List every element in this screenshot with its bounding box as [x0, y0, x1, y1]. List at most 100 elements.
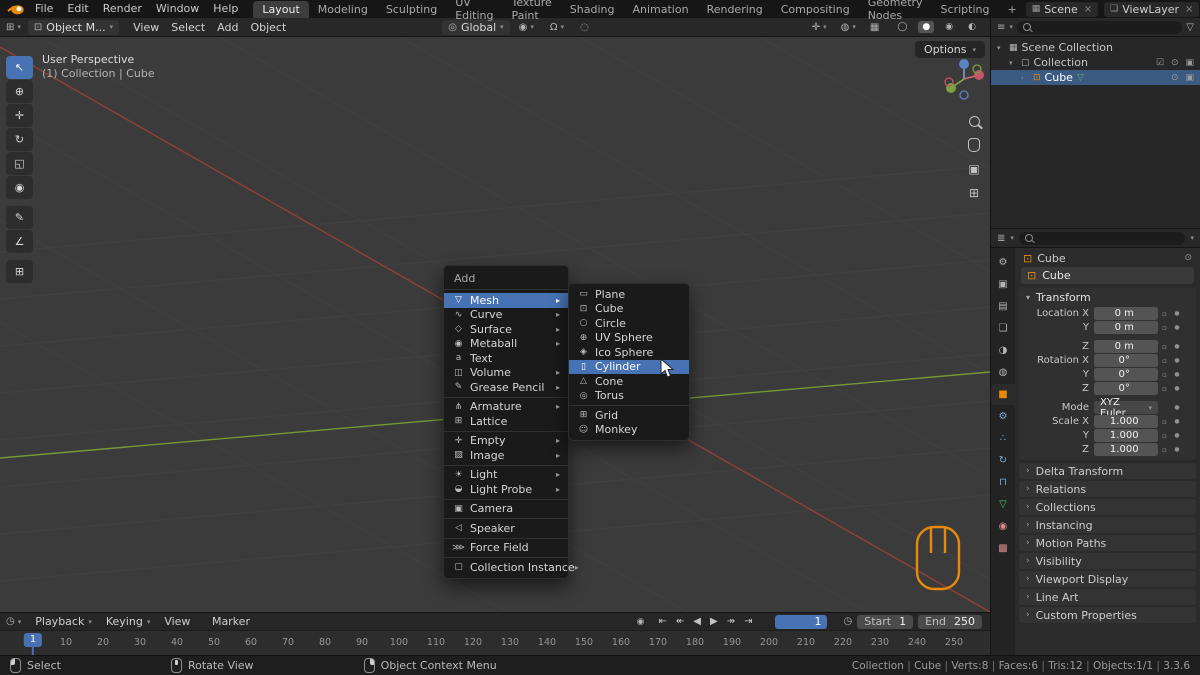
- lock-icon[interactable]: ▫: [1158, 446, 1171, 454]
- topbar-menu[interactable]: Help: [206, 0, 245, 18]
- particles-tab[interactable]: ∴: [991, 428, 1016, 449]
- menu-item-camera[interactable]: ▣ Camera ▸: [444, 502, 568, 519]
- modifiers-tab[interactable]: ⚙: [991, 406, 1016, 427]
- menu-item-uv-sphere[interactable]: ⊕ UV Sphere: [569, 331, 689, 346]
- transform-panel-header[interactable]: ▾ Transform: [1019, 288, 1196, 306]
- hide-eye-icon[interactable]: ⊙: [1171, 73, 1179, 83]
- collapsed-panel[interactable]: › Line Art: [1019, 589, 1196, 605]
- transform-value-field[interactable]: 1.000 ▾: [1094, 429, 1158, 442]
- collapsed-panel[interactable]: › Instancing: [1019, 517, 1196, 533]
- menu-item-lattice[interactable]: ⊞ Lattice ▸: [444, 414, 568, 432]
- decorate-icon[interactable]: ●: [1171, 357, 1183, 364]
- collapsed-panel[interactable]: › Visibility: [1019, 553, 1196, 569]
- workspace-tab[interactable]: Scripting: [932, 1, 999, 18]
- outliner-row-collection[interactable]: ▾ ▢ Collection ☑ ⊙ ▣: [991, 55, 1200, 70]
- move-tool[interactable]: ✛: [6, 104, 33, 127]
- lock-icon[interactable]: ▫: [1158, 357, 1171, 365]
- lock-icon[interactable]: ▫: [1158, 371, 1171, 379]
- timeline-menu[interactable]: Marker ▾: [205, 615, 265, 628]
- pan-button[interactable]: [966, 137, 982, 153]
- lock-icon[interactable]: ▫: [1158, 432, 1171, 440]
- disclosure-triangle-icon[interactable]: ▾: [997, 44, 1005, 52]
- viewport-menu[interactable]: Object: [244, 21, 292, 34]
- decorate-icon[interactable]: ●: [1171, 310, 1183, 317]
- outliner-search-input[interactable]: [1016, 20, 1183, 34]
- collapsed-panel[interactable]: › Viewport Display: [1019, 571, 1196, 587]
- timeline-menu[interactable]: Playback ▾: [28, 615, 99, 628]
- annotate-tool[interactable]: ✎: [6, 206, 33, 229]
- lock-icon[interactable]: ▫: [1158, 324, 1171, 332]
- menu-item-metaball[interactable]: ◉ Metaball ▸: [444, 337, 568, 352]
- collapsed-panel[interactable]: › Motion Paths: [1019, 535, 1196, 551]
- menu-item-light-probe[interactable]: ◒ Light Probe ▸: [444, 482, 568, 500]
- exclude-checkbox-icon[interactable]: ☑: [1156, 58, 1164, 68]
- material-tab[interactable]: ◉: [991, 516, 1016, 537]
- transform-value-field[interactable]: 1.000 ▾: [1094, 443, 1158, 456]
- gizmos-toggle[interactable]: ✛ ▾: [812, 22, 827, 33]
- next-keyframe-button[interactable]: ↠: [726, 616, 736, 627]
- workspace-tab[interactable]: Modeling: [309, 1, 377, 18]
- ortho-toggle-button[interactable]: ⊞: [966, 185, 982, 201]
- transform-value-field[interactable]: 0 m ▾: [1094, 321, 1158, 334]
- close-icon[interactable]: ×: [1084, 4, 1092, 15]
- workspace-tab[interactable]: Layout: [253, 0, 309, 18]
- add-primitive-tool[interactable]: ⊞: [6, 260, 33, 283]
- menu-item-monkey[interactable]: ☺ Monkey: [569, 423, 689, 438]
- workspace-tab[interactable]: UV Editing: [446, 0, 502, 24]
- lock-icon[interactable]: ▫: [1158, 310, 1171, 318]
- frame-start-field[interactable]: Start 1: [857, 614, 914, 629]
- physics-tab[interactable]: ↻: [991, 450, 1016, 471]
- texture-tab[interactable]: ▩: [991, 538, 1016, 559]
- menu-item-light[interactable]: ☀ Light ▸: [444, 468, 568, 483]
- properties-editor-icon[interactable]: ≣: [997, 233, 1005, 244]
- menu-item-circle[interactable]: ○ Circle: [569, 316, 689, 331]
- workspace-tab[interactable]: Animation: [623, 1, 697, 18]
- timeline-editor-selector[interactable]: ◷ ▾: [6, 616, 21, 627]
- disable-render-icon[interactable]: ▣: [1185, 58, 1194, 68]
- collapsed-panel[interactable]: › Custom Properties: [1019, 607, 1196, 623]
- object-name-field[interactable]: ⊡ Cube: [1021, 267, 1194, 284]
- jump-to-end-button[interactable]: ⇥: [743, 616, 753, 627]
- decorate-icon[interactable]: ●: [1171, 432, 1183, 439]
- navigation-gizmo[interactable]: [942, 55, 986, 101]
- render-tab[interactable]: ▣: [991, 274, 1016, 295]
- decorate-icon[interactable]: ●: [1171, 371, 1183, 378]
- transform-value-field[interactable]: 1.000 ▾: [1094, 415, 1158, 428]
- decorate-icon[interactable]: ●: [1171, 404, 1183, 411]
- tweak-select-tool[interactable]: ↖: [6, 56, 33, 79]
- transform-value-field[interactable]: 0 m ▾: [1094, 307, 1158, 320]
- decorate-icon[interactable]: ●: [1171, 343, 1183, 350]
- disclosure-triangle-icon[interactable]: ▾: [1009, 59, 1017, 67]
- workspace-tab[interactable]: Sculpting: [377, 1, 446, 18]
- transform-value-field[interactable]: XYZ Euler ▾: [1094, 397, 1158, 419]
- filter-icon[interactable]: ▽: [1186, 22, 1194, 33]
- topbar-menu[interactable]: Render: [96, 0, 149, 18]
- menu-item-force-field[interactable]: ⋙ Force Field ▸: [444, 541, 568, 558]
- collapsed-panel[interactable]: › Collections: [1019, 499, 1196, 515]
- viewport-menu[interactable]: View: [127, 21, 165, 34]
- workspace-tab[interactable]: Rendering: [698, 1, 772, 18]
- cursor-tool[interactable]: ⊕: [6, 80, 33, 103]
- disable-render-icon[interactable]: ▣: [1185, 73, 1194, 83]
- decorate-icon[interactable]: ●: [1171, 385, 1183, 392]
- editor-type-selector[interactable]: ⊞ ▾: [6, 22, 21, 33]
- collapsed-panel[interactable]: › Relations: [1019, 481, 1196, 497]
- scene-tab[interactable]: ◑: [991, 340, 1016, 361]
- menu-item-surface[interactable]: ◇ Surface ▸: [444, 322, 568, 337]
- outliner-editor-icon[interactable]: ≡: [997, 22, 1005, 33]
- topbar-menu[interactable]: Edit: [60, 0, 95, 18]
- scene-selector[interactable]: ▦ Scene ×: [1025, 1, 1099, 17]
- transform-value-field[interactable]: 0° ▾: [1094, 368, 1158, 381]
- constraints-tab[interactable]: ⊓: [991, 472, 1016, 493]
- frame-end-field[interactable]: End 250: [918, 614, 982, 629]
- decorate-icon[interactable]: ●: [1171, 324, 1183, 331]
- pin-icon[interactable]: ⊙: [1184, 253, 1192, 263]
- menu-item-grease-pencil[interactable]: ✎ Grease Pencil ▸: [444, 380, 568, 398]
- workspace-tab[interactable]: Shading: [561, 1, 624, 18]
- viewport-menu[interactable]: Select: [165, 21, 211, 34]
- decorate-icon[interactable]: ●: [1171, 418, 1183, 425]
- hide-eye-icon[interactable]: ⊙: [1171, 58, 1179, 68]
- viewport-3d[interactable]: User Perspective (1) Collection | Cube ↖…: [0, 37, 990, 612]
- lock-icon[interactable]: ▫: [1158, 418, 1171, 426]
- world-tab[interactable]: ◍: [991, 362, 1016, 383]
